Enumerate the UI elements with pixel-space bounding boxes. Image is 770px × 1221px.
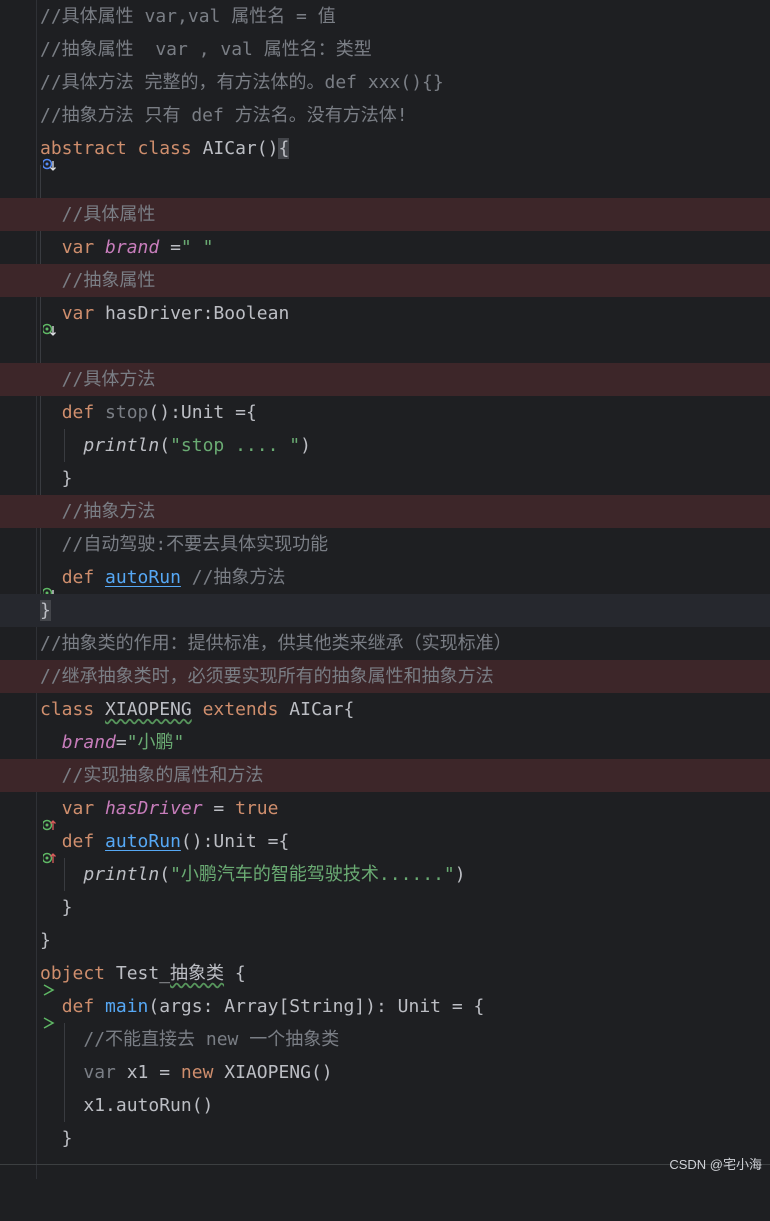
code-line[interactable]: println("小鹏汽车的智能驾驶技术......")	[0, 858, 770, 891]
code-line[interactable]: var hasDriver:Boolean	[0, 297, 770, 336]
code-line[interactable]: def autoRun():Unit ={	[0, 825, 770, 864]
comment: //抽象方法 只有 def 方法名。没有方法体!	[40, 105, 408, 126]
code-line[interactable]	[0, 330, 770, 363]
code-line[interactable]: var hasDriver = true	[0, 792, 770, 831]
code-line-highlighted[interactable]: //抽象属性	[0, 264, 770, 297]
code-line[interactable]: println("stop .... ")	[0, 429, 770, 462]
code-line-highlighted[interactable]: //抽象方法	[0, 495, 770, 528]
comment: //具体属性	[40, 204, 156, 225]
comment: //自动驾驶:不要去具体实现功能	[40, 534, 329, 555]
comment: //具体方法 完整的，有方法体的。def xxx(){}	[40, 72, 444, 93]
comment: //继承抽象类时，必须要实现所有的抽象属性和抽象方法	[40, 666, 494, 687]
code-line-highlighted[interactable]: //具体属性	[0, 198, 770, 231]
run-icon[interactable]	[0, 966, 55, 996]
comment: //实现抽象的属性和方法	[40, 765, 264, 786]
watermark: CSDN @宅小海	[669, 1157, 762, 1172]
comment: //不能直接去 new 一个抽象类	[83, 1029, 340, 1050]
bottom-divider	[0, 1164, 770, 1165]
code-line[interactable]: }	[0, 891, 770, 924]
code-line[interactable]: }	[0, 462, 770, 495]
code-line[interactable]: def autoRun //抽象方法	[0, 561, 770, 600]
code-line[interactable]: var x1 = new XIAOPENG()	[0, 1056, 770, 1089]
code-line[interactable]: var brand =" "	[0, 231, 770, 264]
code-line[interactable]: //不能直接去 new 一个抽象类	[0, 1023, 770, 1056]
comment: //抽象方法	[40, 501, 156, 522]
override-icon[interactable]	[0, 834, 57, 864]
code-line-current[interactable]: }	[0, 594, 770, 627]
code-line[interactable]: class XIAOPENG extends AICar{	[0, 693, 770, 726]
code-line-highlighted[interactable]: //具体方法	[0, 363, 770, 396]
code-line-highlighted[interactable]: //继承抽象类时，必须要实现所有的抽象属性和抽象方法	[0, 660, 770, 693]
code-line[interactable]: //具体属性 var,val 属性名 = 值	[0, 0, 770, 33]
code-line[interactable]	[0, 165, 770, 198]
implemented-icon[interactable]	[0, 306, 57, 336]
run-icon[interactable]	[0, 999, 55, 1029]
code-line[interactable]: brand="小鹏"	[0, 726, 770, 759]
code-editor[interactable]: //具体属性 var,val 属性名 = 值 //抽象属性 var , val …	[0, 0, 770, 1179]
override-icon[interactable]	[0, 801, 57, 831]
code-line[interactable]: //自动驾驶:不要去具体实现功能	[0, 528, 770, 561]
code-line[interactable]: //抽象方法 只有 def 方法名。没有方法体!	[0, 99, 770, 132]
code-line[interactable]: //具体方法 完整的，有方法体的。def xxx(){}	[0, 66, 770, 99]
code-line[interactable]: def main(args: Array[String]): Unit = {	[0, 990, 770, 1029]
code-line[interactable]: abstract class AICar(){	[0, 132, 770, 171]
comment: //具体方法	[40, 369, 156, 390]
implemented-icon[interactable]	[0, 141, 57, 171]
code-line[interactable]: object Test_抽象类 {	[0, 957, 770, 996]
code-line-highlighted[interactable]: //实现抽象的属性和方法	[0, 759, 770, 792]
comment: //抽象属性	[40, 270, 156, 291]
code-line[interactable]: }	[0, 924, 770, 957]
code-line[interactable]: }	[0, 1122, 770, 1155]
code-line[interactable]: def stop():Unit ={	[0, 396, 770, 429]
code-line[interactable]: //抽象类的作用：提供标准，供其他类来继承（实现标准）	[0, 627, 770, 660]
implemented-icon[interactable]	[0, 570, 57, 600]
comment: //抽象属性 var , val 属性名：类型	[40, 39, 372, 60]
comment: //抽象类的作用：提供标准，供其他类来继承（实现标准）	[40, 633, 512, 654]
comment: //具体属性 var,val 属性名 = 值	[40, 6, 336, 27]
code-line[interactable]: x1.autoRun()	[0, 1089, 770, 1122]
code-line[interactable]: //抽象属性 var , val 属性名：类型	[0, 33, 770, 66]
